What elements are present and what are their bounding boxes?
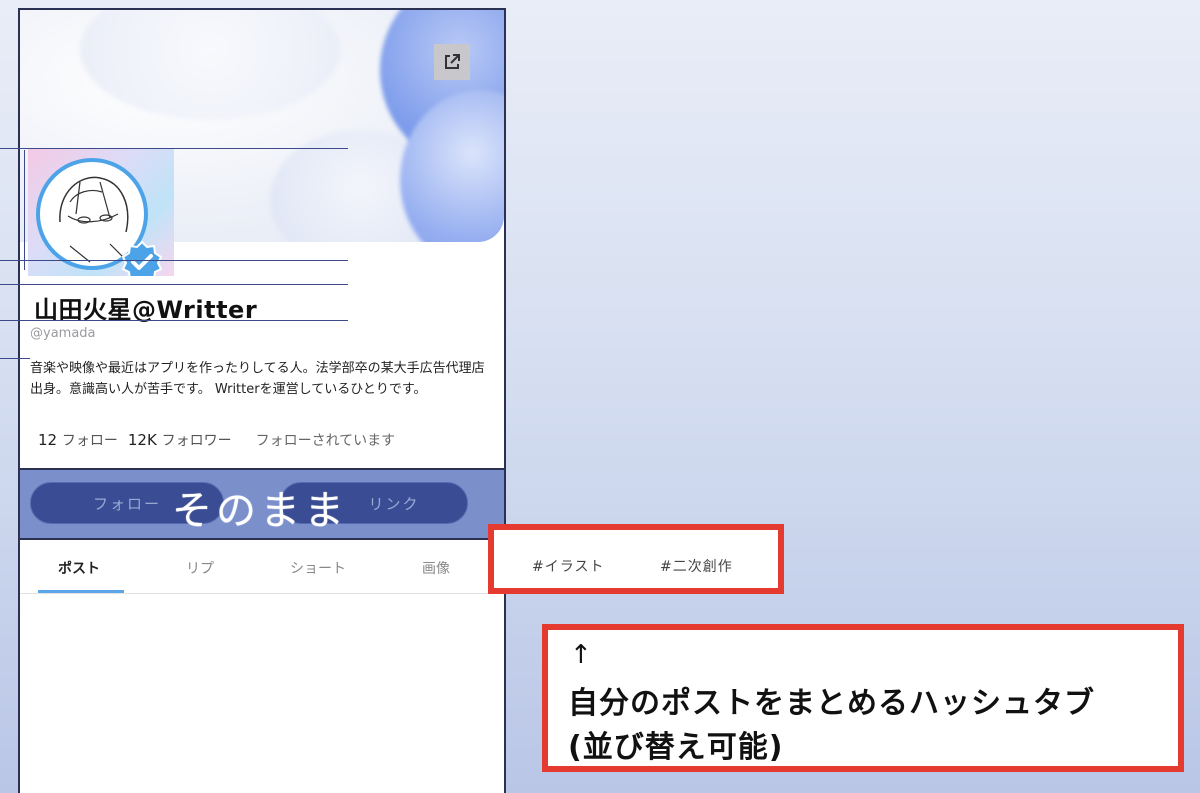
user-handle: @yamada [30, 326, 96, 341]
guide-line [0, 358, 30, 359]
annotation-overlay-text: そのまま [172, 488, 348, 534]
active-tab-indicator [38, 590, 124, 593]
note-line-2: (並び替え可能) [568, 730, 784, 765]
hashtag-tab-illust[interactable]: #イラスト [532, 556, 604, 576]
hashtag-tab-fanart[interactable]: #二次創作 [660, 556, 733, 576]
avatar[interactable] [28, 148, 174, 276]
guide-line [0, 320, 348, 321]
hashtag-tabs-highlight: #イラスト #二次創作 [488, 524, 784, 594]
followers-label: フォロワー [161, 433, 232, 449]
action-buttons-band: フォロー リンク そのまま [20, 468, 504, 540]
guide-line [0, 260, 348, 261]
note-line-1: 自分のポストをまとめるハッシュタブ [568, 686, 1095, 721]
external-link-icon [445, 54, 460, 69]
tab-images[interactable]: 画像 [422, 558, 450, 578]
up-arrow-icon: ↑ [570, 640, 592, 670]
following-stat[interactable]: 12 フォロー [38, 430, 118, 450]
external-link-button[interactable] [434, 44, 470, 80]
follows-you-label: フォローされています [255, 433, 396, 449]
followers-count: 12K [127, 431, 157, 449]
followers-stat[interactable]: 12K フォロワー [128, 430, 232, 450]
tab-replies[interactable]: リプ [186, 558, 214, 578]
guide-line [0, 284, 348, 285]
follow-stats: 12 フォロー 12K フォロワー フォローされています [38, 430, 395, 450]
guide-line [0, 148, 348, 149]
tab-shorts[interactable]: ショート [290, 558, 346, 578]
tab-posts[interactable]: ポスト [58, 558, 100, 578]
following-label: フォロー [61, 433, 118, 449]
guide-line [24, 150, 25, 270]
profile-bio: 音楽や映像や最近はアプリを作ったりしてる人。法学部卒の某大手広告代理店出身。意識… [30, 361, 485, 397]
profile-tabs: ポスト リプ ショート 画像 [20, 544, 504, 594]
verified-badge-icon [121, 240, 163, 276]
annotation-note: ↑ 自分のポストをまとめるハッシュタブ (並び替え可能) [542, 624, 1184, 772]
link-button-label: リンク [368, 494, 420, 513]
profile-screen: 山田火星@Writter @yamada 音楽や映像や最近はアプリを作ったりして… [18, 8, 506, 793]
following-count: 12 [38, 431, 58, 449]
